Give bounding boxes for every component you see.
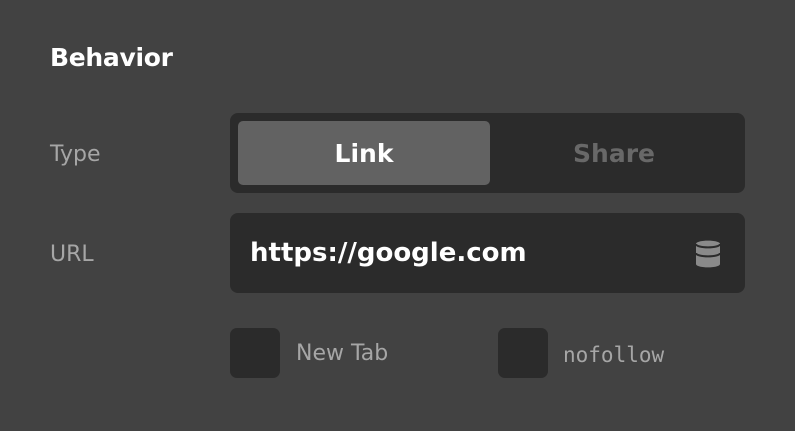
- new-tab-label: New Tab: [296, 341, 389, 366]
- type-segmented-control: Link Share: [230, 113, 745, 193]
- type-label: Type: [50, 142, 101, 167]
- behavior-panel: Behavior Type Link Share URL New Tab nof…: [0, 0, 795, 431]
- url-field: [230, 213, 745, 293]
- url-label: URL: [50, 242, 94, 267]
- section-title: Behavior: [50, 43, 173, 72]
- type-option-link[interactable]: Link: [238, 121, 490, 185]
- nofollow-checkbox[interactable]: [498, 328, 548, 378]
- type-option-share[interactable]: Share: [488, 121, 740, 185]
- url-input[interactable]: [250, 213, 680, 293]
- new-tab-checkbox[interactable]: [230, 328, 280, 378]
- database-icon[interactable]: [694, 238, 722, 270]
- nofollow-label: nofollow: [563, 343, 665, 367]
